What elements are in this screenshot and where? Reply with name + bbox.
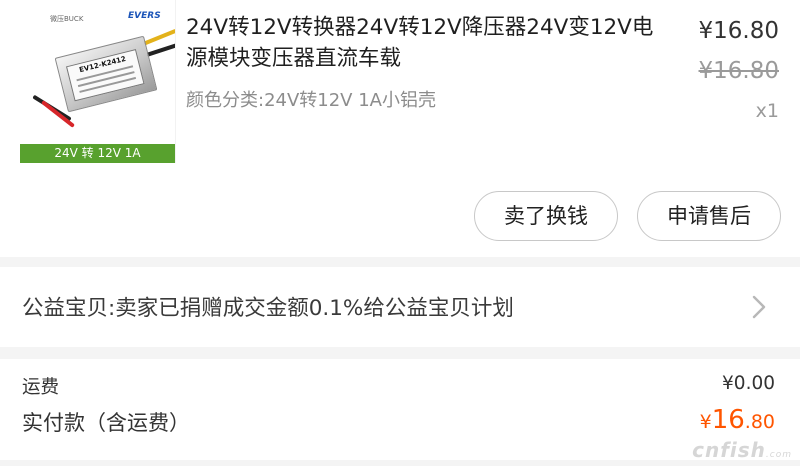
shipping-value: ¥0.00 bbox=[722, 373, 775, 394]
order-totals: 运费 ¥0.00 实付款（含运费） ¥16.80 bbox=[0, 359, 800, 460]
sell-button[interactable]: 卖了换钱 bbox=[474, 191, 618, 241]
charity-text: 公益宝贝:卖家已捐赠成交金额0.1%给公益宝贝计划 bbox=[22, 296, 514, 321]
product-original-price: ¥16.80 bbox=[698, 58, 779, 84]
image-brand-logo: EVERS bbox=[128, 11, 161, 21]
image-caption: 24V 转 12V 1A bbox=[20, 144, 175, 163]
after-sales-button[interactable]: 申请售后 bbox=[637, 191, 781, 241]
paid-label: 实付款（含运费） bbox=[22, 411, 190, 435]
order-detail-screen: 微压BUCK EVERS EV12-K2412 24V 转 12V 1A 24V… bbox=[0, 0, 800, 466]
section-divider bbox=[0, 347, 800, 359]
product-card: 微压BUCK EVERS EV12-K2412 24V 转 12V 1A 24V… bbox=[0, 0, 800, 257]
product-image[interactable]: 微压BUCK EVERS EV12-K2412 24V 转 12V 1A bbox=[20, 0, 176, 163]
image-brand-left: 微压BUCK bbox=[50, 15, 84, 23]
charity-row[interactable]: 公益宝贝:卖家已捐赠成交金额0.1%给公益宝贝计划 bbox=[0, 267, 800, 347]
product-variant: 颜色分类:24V转12V 1A小铝壳 bbox=[186, 90, 436, 111]
watermark-suffix: .com bbox=[765, 450, 792, 460]
section-divider bbox=[0, 460, 800, 466]
shipping-label: 运费 bbox=[22, 377, 60, 398]
paid-amount: ¥16.80 bbox=[700, 405, 775, 435]
product-title[interactable]: 24V转12V转换器24V转12V降压器24V变12V电源模块变压器直流车载 bbox=[186, 12, 656, 74]
section-divider bbox=[0, 257, 800, 267]
paid-integer: 16 bbox=[711, 405, 745, 435]
paid-currency: ¥ bbox=[699, 411, 712, 433]
chevron-right-icon bbox=[752, 295, 766, 319]
module-label: EV12-K2412 bbox=[65, 49, 145, 102]
product-quantity: x1 bbox=[755, 100, 779, 122]
watermark-text: cnfish bbox=[692, 438, 766, 462]
paid-decimal: .80 bbox=[744, 411, 775, 433]
product-price: ¥16.80 bbox=[698, 18, 779, 44]
converter-module: EV12-K2412 bbox=[54, 35, 158, 113]
site-watermark: cnfish.com bbox=[692, 438, 792, 462]
